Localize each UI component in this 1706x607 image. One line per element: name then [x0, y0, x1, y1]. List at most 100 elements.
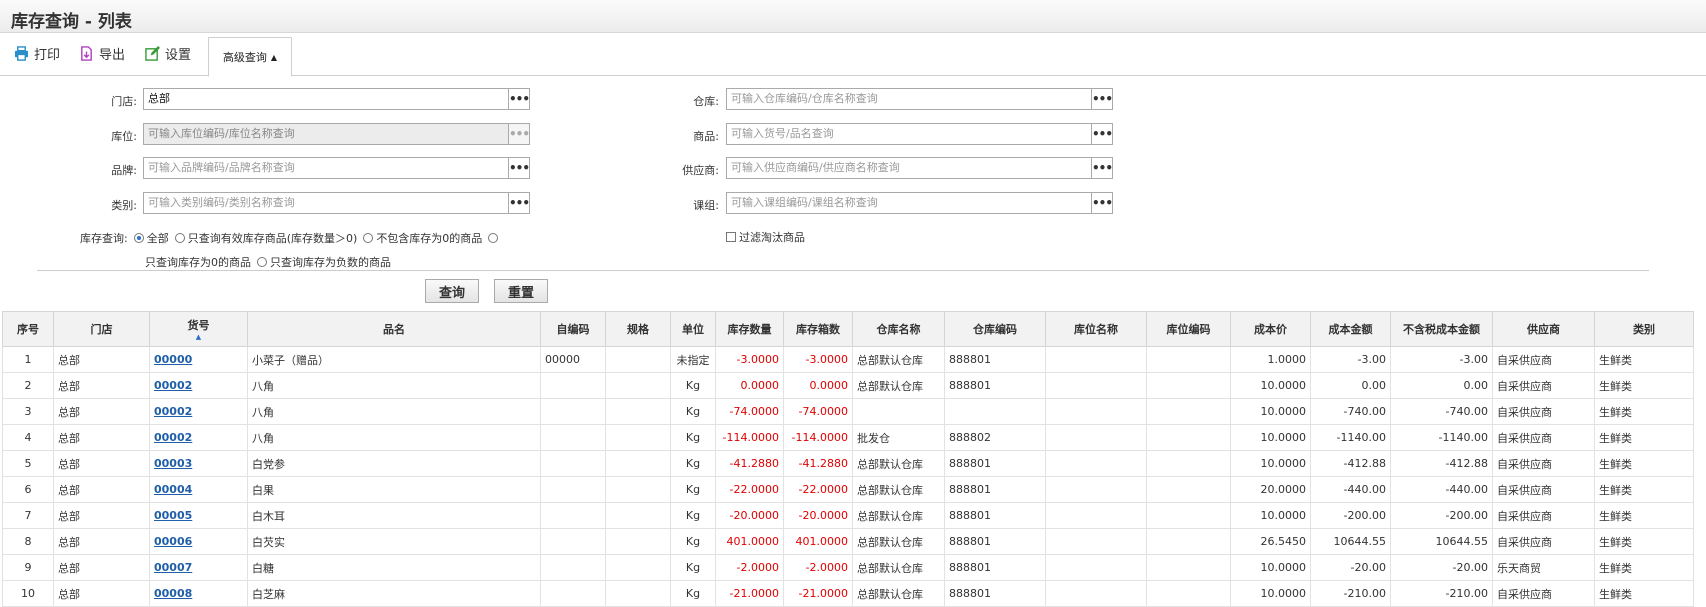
- column-header[interactable]: 成本金额: [1310, 311, 1391, 347]
- product-code-link[interactable]: 00008: [154, 587, 192, 600]
- table-cell[interactable]: 00007: [149, 554, 248, 581]
- table-cell: 总部: [53, 476, 150, 503]
- table-cell: 生鲜类: [1594, 476, 1694, 503]
- print-button[interactable]: 打印: [13, 43, 60, 63]
- supplier-lookup-button[interactable]: •••: [1091, 157, 1113, 179]
- warehouse-lookup-button[interactable]: •••: [1091, 88, 1113, 110]
- radio-zero-only[interactable]: [488, 233, 499, 243]
- product-code-link[interactable]: 00003: [154, 457, 192, 470]
- brand-lookup-button[interactable]: •••: [508, 157, 530, 179]
- radio-all[interactable]: [133, 233, 144, 243]
- product-lookup-button[interactable]: •••: [1091, 123, 1113, 145]
- column-header[interactable]: 库存数量: [715, 311, 784, 347]
- table-cell: [1045, 476, 1147, 503]
- product-code-link[interactable]: 00007: [154, 561, 192, 574]
- table-row[interactable]: 9 总部 00007 白糖 Kg -2.0000 -2.0000 总部默认仓库 888801 10…: [2, 554, 1694, 581]
- column-header[interactable]: 货号 ▲: [149, 311, 248, 347]
- column-header[interactable]: 门店: [53, 311, 150, 347]
- table-row[interactable]: 4 总部 00002 八角 Kg -114.0000 -114.0000 批发仓 888802 1…: [2, 424, 1694, 451]
- table-cell: -41.2880: [783, 450, 853, 477]
- table-cell[interactable]: 00008: [149, 580, 248, 607]
- table-cell[interactable]: 00006: [149, 528, 248, 555]
- table-cell[interactable]: 00003: [149, 450, 248, 477]
- column-header[interactable]: 库位编码: [1146, 311, 1231, 347]
- table-cell: 自采供应商: [1492, 528, 1595, 555]
- column-header[interactable]: 类别: [1594, 311, 1694, 347]
- column-header[interactable]: 库位名称: [1045, 311, 1147, 347]
- table-cell[interactable]: 00004: [149, 476, 248, 503]
- advanced-query-tab[interactable]: 高级查询 ▲: [208, 37, 292, 77]
- table-cell: 20.0000: [1230, 476, 1311, 503]
- column-header[interactable]: 成本价: [1230, 311, 1311, 347]
- column-header[interactable]: 单位: [670, 311, 716, 347]
- product-code-link[interactable]: 00002: [154, 431, 192, 444]
- column-header[interactable]: 库存箱数: [783, 311, 853, 347]
- column-header[interactable]: 品名: [247, 311, 541, 347]
- table-cell: 八角: [247, 398, 541, 425]
- table-cell[interactable]: 00000: [149, 346, 248, 373]
- radio-exclude-zero[interactable]: [363, 233, 374, 243]
- column-header-label: 自编码: [556, 323, 590, 336]
- table-cell: 总部默认仓库: [852, 450, 945, 477]
- radio-negative-only[interactable]: [257, 257, 267, 267]
- export-button[interactable]: 导出: [78, 43, 125, 63]
- table-cell: Kg: [670, 398, 716, 425]
- product-code-link[interactable]: 00005: [154, 509, 192, 522]
- table-row[interactable]: 10 总部 00008 白芝麻 Kg -21.0000 -21.0000 总部默认仓库 8888…: [2, 580, 1694, 607]
- category-lookup-button[interactable]: •••: [508, 192, 530, 214]
- column-header[interactable]: 自编码: [540, 311, 606, 347]
- table-cell[interactable]: 00002: [149, 372, 248, 399]
- table-cell: 生鲜类: [1594, 580, 1694, 607]
- table-cell[interactable]: 00005: [149, 502, 248, 529]
- settings-button[interactable]: 设置: [144, 43, 191, 63]
- table-row[interactable]: 8 总部 00006 白芡实 Kg 401.0000 401.0000 总部默认仓库 88880…: [2, 528, 1694, 555]
- column-header[interactable]: 序号: [2, 311, 54, 347]
- column-header-label: 类别: [1633, 323, 1655, 336]
- table-cell: 生鲜类: [1594, 346, 1694, 373]
- product-code-link[interactable]: 00000: [154, 353, 192, 366]
- table-row[interactable]: 7 总部 00005 白木耳 Kg -20.0000 -20.0000 总部默认仓库 88880…: [2, 502, 1694, 529]
- product-code-link[interactable]: 00004: [154, 483, 192, 496]
- table-cell: 10.0000: [1230, 450, 1311, 477]
- table-row[interactable]: 1 总部 00000 小菜子（赠品） 00000 未指定 -3.0000 -3.0000 总部默…: [2, 346, 1694, 373]
- table-cell[interactable]: 00002: [149, 398, 248, 425]
- column-header[interactable]: 规格: [605, 311, 671, 347]
- table-row[interactable]: 2 总部 00002 八角 Kg 0.0000 0.0000 总部默认仓库 888801 10.0…: [2, 372, 1694, 399]
- table-cell: 自采供应商: [1492, 580, 1595, 607]
- radio-positive-only[interactable]: [174, 233, 185, 243]
- table-cell: -200.00: [1310, 502, 1391, 529]
- toolbar: 打印 导出 设置 高级查询 ▲: [0, 33, 1706, 77]
- table-cell: 888802: [944, 424, 1046, 451]
- column-header[interactable]: 仓库编码: [944, 311, 1046, 347]
- group-lookup-button[interactable]: •••: [1091, 192, 1113, 214]
- location-input[interactable]: 可输入库位编码/库位名称查询: [143, 123, 509, 145]
- store-input[interactable]: 总部: [143, 88, 509, 110]
- product-code-link[interactable]: 00006: [154, 535, 192, 548]
- group-input[interactable]: 可输入课组编码/课组名称查询: [726, 192, 1092, 214]
- table-cell: 0.00: [1390, 372, 1493, 399]
- location-lookup-button[interactable]: •••: [508, 123, 530, 145]
- category-input[interactable]: 可输入类别编码/类别名称查询: [143, 192, 509, 214]
- brand-input[interactable]: 可输入品牌编码/品牌名称查询: [143, 157, 509, 179]
- table-cell: 401.0000: [715, 528, 784, 555]
- table-row[interactable]: 6 总部 00004 白果 Kg -22.0000 -22.0000 总部默认仓库 888801…: [2, 476, 1694, 503]
- column-header[interactable]: 仓库名称: [852, 311, 945, 347]
- product-code-link[interactable]: 00002: [154, 379, 192, 392]
- table-row[interactable]: 5 总部 00003 白党参 Kg -41.2880 -41.2880 总部默认仓库 88880…: [2, 450, 1694, 477]
- product-input[interactable]: 可输入货号/品名查询: [726, 123, 1092, 145]
- supplier-input[interactable]: 可输入供应商编码/供应商名称查询: [726, 157, 1092, 179]
- warehouse-input[interactable]: 可输入仓库编码/仓库名称查询: [726, 88, 1092, 110]
- table-cell: 总部默认仓库: [852, 580, 945, 607]
- product-code-link[interactable]: 00002: [154, 405, 192, 418]
- store-lookup-button[interactable]: •••: [508, 88, 530, 110]
- query-button[interactable]: 查询: [425, 279, 479, 303]
- table-cell[interactable]: 00002: [149, 424, 248, 451]
- table-row[interactable]: 3 总部 00002 八角 Kg -74.0000 -74.0000 10.0000 -740.…: [2, 398, 1694, 425]
- column-header[interactable]: 供应商: [1492, 311, 1595, 347]
- table-cell: -114.0000: [715, 424, 784, 451]
- reset-button[interactable]: 重置: [494, 279, 548, 303]
- table-cell: -21.0000: [715, 580, 784, 607]
- column-header-label: 序号: [17, 323, 39, 336]
- filter-eliminated-checkbox[interactable]: [726, 232, 736, 242]
- column-header[interactable]: 不含税成本金额: [1390, 311, 1493, 347]
